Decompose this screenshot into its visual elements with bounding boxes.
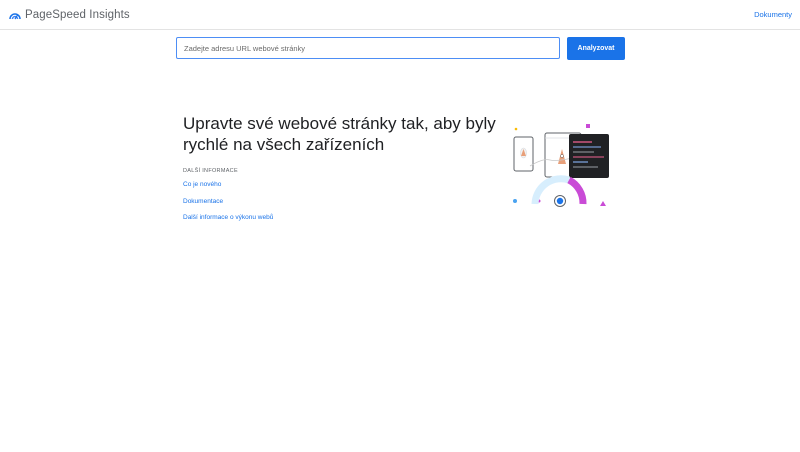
decor-dot [514, 127, 518, 131]
page-title: Upravte své webové stránky tak, aby byly… [183, 114, 496, 154]
brand[interactable]: PageSpeed Insights [9, 6, 130, 24]
search-bar: Analyzovat [176, 37, 625, 60]
app-name: PageSpeed Insights [25, 9, 130, 21]
docs-link[interactable]: Dokumenty [754, 10, 792, 19]
more-info-label: DALŠÍ INFORMACE [183, 168, 238, 174]
decor-triangle [600, 201, 606, 206]
pagespeed-logo-icon [9, 13, 21, 20]
whats-new-link[interactable]: Co je nového [183, 181, 221, 188]
top-bar: PageSpeed Insights Dokumenty [0, 0, 800, 30]
code-editor-graphic [569, 134, 609, 178]
web-performance-link[interactable]: Další informace o výkonu webů [183, 214, 273, 221]
devices-speed-gauge-illustration [513, 124, 609, 207]
speed-gauge-graphic [531, 175, 587, 207]
decor-square [586, 124, 590, 128]
url-input[interactable] [176, 37, 560, 59]
analyze-button[interactable]: Analyzovat [567, 37, 625, 60]
documentation-link[interactable]: Dokumentace [183, 198, 223, 205]
decor-dot [513, 199, 517, 203]
